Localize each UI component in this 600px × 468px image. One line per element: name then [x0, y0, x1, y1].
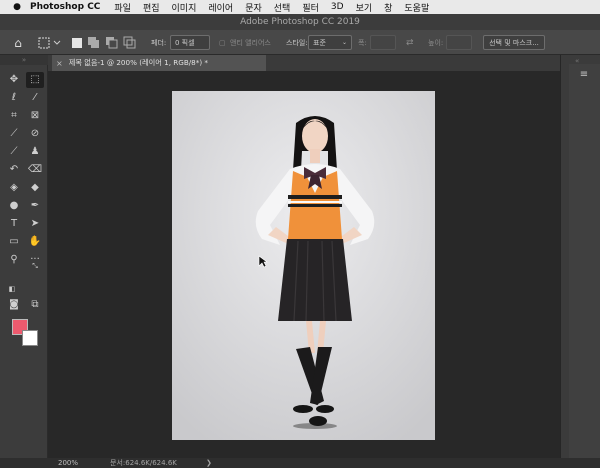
document-size: 문서:624.6K/624.6K — [110, 459, 177, 467]
menu-3d[interactable]: 3D — [325, 2, 350, 12]
marquee-preset-picker[interactable] — [38, 35, 62, 50]
background-color-swatch[interactable] — [22, 330, 38, 346]
swap-icon[interactable]: ⇄ — [406, 35, 414, 50]
width-input[interactable] — [370, 35, 396, 50]
close-icon[interactable]: × — [56, 59, 63, 68]
pen-icon[interactable]: ✒ — [26, 198, 44, 214]
subtract-selection-icon — [108, 39, 118, 48]
height-input[interactable] — [446, 35, 472, 50]
home-icon[interactable]: ⌂ — [10, 35, 26, 50]
eraser-icon[interactable]: ⌫ — [26, 162, 44, 178]
menu-filter[interactable]: 필터 — [296, 1, 325, 14]
document-tab-bar: × 제목 없음-1 @ 200% (레이어 1, RGB/8*) * — [48, 55, 560, 71]
magic-wand-icon[interactable]: ⁄ — [26, 90, 44, 106]
menu-view[interactable]: 보기 — [350, 1, 379, 14]
app-menu[interactable]: Photoshop CC — [24, 2, 108, 12]
feather-label: 페더: — [151, 38, 167, 47]
blur-icon[interactable]: ◆ — [26, 180, 44, 196]
menu-window[interactable]: 창 — [378, 1, 398, 14]
stamp-icon[interactable]: ♟ — [26, 144, 44, 160]
photo-person — [172, 91, 435, 440]
panel-options-icon[interactable]: ≡ — [577, 68, 591, 82]
selection-mode-group — [70, 35, 140, 50]
options-bar: ⌂ 페더: 0 픽셀 ▢ 앤티 앨리어스 스타일: 표준 ⌄ 폭: ⇄ 높이: … — [0, 30, 600, 55]
paint-bucket-icon[interactable]: ◈ — [5, 180, 23, 196]
mouse-cursor-icon — [258, 255, 268, 268]
lasso-icon[interactable]: ℓ — [5, 90, 23, 106]
antialias-checkbox[interactable]: ▢ — [219, 35, 228, 50]
document-tab[interactable]: × 제목 없음-1 @ 200% (레이어 1, RGB/8*) * — [52, 55, 266, 71]
width-label: 폭: — [358, 38, 367, 47]
intersect-selection-icon — [126, 39, 136, 48]
menu-bar: ● Photoshop CC 파일 편집 이미지 레이어 문자 선택 필터 3D… — [0, 0, 600, 14]
menu-file[interactable]: 파일 — [108, 1, 137, 14]
status-bar: 200% 문서:624.6K/624.6K ❯ — [0, 458, 600, 468]
tools-panel: » ✥ ⬚ ℓ ⁄ ⌗ ⊠ ⟋ ⊘ ⟋ ♟ ↶ ⌫ ◈ ◆ ● ✒ T ➤ ▭ … — [0, 55, 48, 458]
menu-image[interactable]: 이미지 — [166, 1, 203, 14]
document-tab-title: 제목 없음-1 @ 200% (레이어 1, RGB/8*) * — [68, 58, 209, 67]
history-brush-icon[interactable]: ↶ — [5, 162, 23, 178]
status-menu-arrow-icon[interactable]: ❯ — [206, 459, 212, 467]
feather-input[interactable]: 0 픽셀 — [170, 35, 210, 50]
window-title-bar: Adobe Photoshop CC 2019 — [0, 14, 600, 30]
healing-icon[interactable]: ⊘ — [26, 126, 44, 142]
zoom-level[interactable]: 200% — [58, 459, 98, 467]
default-colors-icon[interactable]: ◧ — [7, 284, 17, 294]
menu-type[interactable]: 문자 — [239, 1, 268, 14]
add-selection-icon — [91, 39, 99, 48]
shape-icon[interactable]: ▭ — [5, 234, 23, 250]
menu-help[interactable]: 도움말 — [398, 1, 435, 14]
menu-edit[interactable]: 편집 — [137, 1, 166, 14]
menu-layer[interactable]: 레이어 — [202, 1, 239, 14]
right-panel-strip: ≡ — [569, 64, 600, 458]
dodge-icon[interactable]: ● — [5, 198, 23, 214]
height-label: 높이: — [428, 38, 444, 47]
antialias-label: 앤티 앨리어스 — [230, 38, 271, 47]
apple-icon[interactable]: ● — [10, 2, 24, 12]
frame-icon[interactable]: ⊠ — [26, 108, 44, 124]
marquee-rect-icon — [38, 37, 61, 48]
style-value: 표준 — [313, 38, 326, 47]
text-icon[interactable]: T — [5, 216, 23, 232]
style-select[interactable]: 표준 ⌄ — [308, 35, 352, 50]
style-label: 스타일: — [286, 38, 308, 47]
eyedropper-icon[interactable]: ⟋ — [5, 126, 23, 142]
path-select-icon[interactable]: ➤ — [26, 216, 44, 232]
screen-mode-icon[interactable]: ⧉ — [26, 297, 44, 313]
swap-colors-icon[interactable]: ⤡ — [30, 261, 40, 271]
panel-grip[interactable]: » — [0, 55, 48, 65]
marquee-icon[interactable]: ⬚ — [26, 72, 44, 88]
move-icon[interactable]: ✥ — [5, 72, 23, 88]
window-title: Adobe Photoshop CC 2019 — [240, 17, 360, 27]
new-selection-icon — [72, 37, 82, 48]
quick-mask-icon[interactable]: ◙ — [5, 297, 23, 313]
menu-select[interactable]: 선택 — [268, 1, 297, 14]
select-and-mask-button[interactable]: 선택 및 마스크... — [483, 35, 545, 50]
hand-icon[interactable]: ✋ — [26, 234, 44, 250]
zoom-icon[interactable]: ⚲ — [5, 252, 23, 268]
chevron-down-icon: ⌄ — [341, 39, 347, 46]
crop-icon[interactable]: ⌗ — [5, 108, 23, 124]
document-canvas-photo[interactable] — [172, 91, 435, 440]
brush-icon[interactable]: ⟋ — [5, 144, 23, 160]
